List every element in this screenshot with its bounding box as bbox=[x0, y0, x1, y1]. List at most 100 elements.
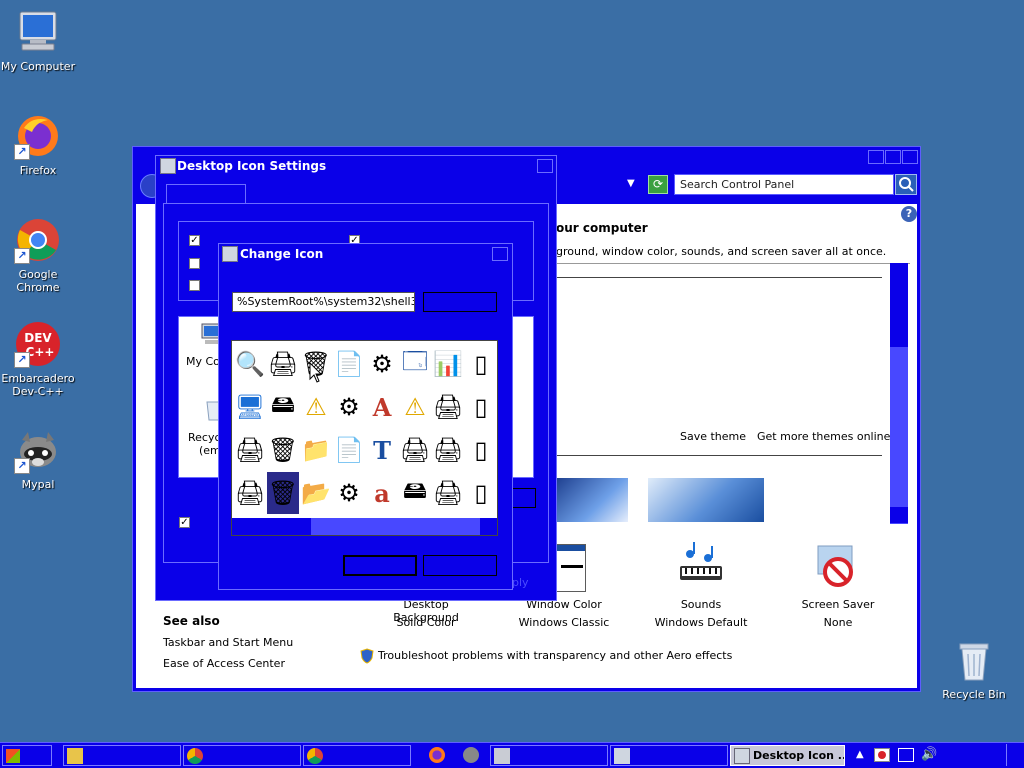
setting-value-sounds: Windows Default bbox=[654, 616, 748, 629]
partial-icon[interactable]: ▯ bbox=[465, 386, 497, 428]
setting-title-screen-saver[interactable]: Screen Saver bbox=[788, 598, 888, 611]
chart-window-icon[interactable]: 📊 bbox=[432, 343, 464, 385]
printer-check-icon[interactable]: 🖨 bbox=[432, 386, 464, 428]
maximize-button[interactable] bbox=[885, 150, 901, 164]
start-button[interactable] bbox=[2, 745, 52, 766]
taskbar-task-mypal[interactable] bbox=[457, 745, 487, 766]
firefox-icon bbox=[429, 747, 445, 763]
taskbar-task-firefox[interactable] bbox=[423, 745, 453, 766]
gear-document-icon[interactable]: ⚙ bbox=[333, 386, 365, 428]
desktop-icon-mypal[interactable]: ↗ Mypal bbox=[0, 426, 78, 491]
browse-button[interactable] bbox=[423, 292, 497, 312]
printer-default-icon[interactable]: 🖨 bbox=[432, 429, 464, 471]
desktop-icon-firefox[interactable]: ↗ Firefox bbox=[0, 112, 78, 177]
warning-icon[interactable]: ⚠ bbox=[399, 386, 431, 428]
partial-icon[interactable]: ▯ bbox=[465, 343, 497, 385]
checkbox-computer[interactable]: ✓ bbox=[189, 235, 200, 246]
tab-desktop-icons[interactable] bbox=[166, 184, 246, 204]
change-icon-close-button[interactable] bbox=[492, 247, 508, 261]
volume-icon[interactable]: 🔊 bbox=[921, 747, 937, 762]
theme-thumbnail[interactable] bbox=[648, 478, 764, 522]
recycle-bin-empty-icon[interactable]: 🗑 bbox=[267, 429, 299, 471]
save-theme-link[interactable]: Save theme bbox=[680, 430, 746, 443]
scroll-right-arrow-icon[interactable] bbox=[480, 518, 497, 535]
network-drive-icon[interactable]: 🖴 bbox=[267, 386, 299, 428]
window-icon[interactable]: 🗔 bbox=[399, 343, 431, 385]
control-panel-icon bbox=[614, 748, 630, 764]
control-panel-icon[interactable]: 🖥 bbox=[234, 386, 266, 428]
printer-icon[interactable]: 🖨 bbox=[267, 343, 299, 385]
shortcut-arrow-icon: ↗ bbox=[14, 458, 30, 474]
search-input[interactable]: Search Control Panel bbox=[674, 174, 894, 195]
printer-add-icon[interactable]: 🖨 bbox=[234, 472, 266, 514]
close-button[interactable] bbox=[902, 150, 918, 164]
change-icon-title-icon bbox=[222, 246, 238, 262]
desktop-icon-devcpp[interactable]: DEV C++ ↗ Embarcadero Dev-C++ bbox=[0, 320, 78, 398]
icon-grid[interactable]: 🔍 🖨 🗑 📄 ⚙ 🗔 📊 ▯ 🖥 🖴 ⚠ ⚙ A ⚠ 🖨 ▯ 🖨 🗑 📁 📄 T 🖨 🖨 ▯ 🖨 🗑 📂 ⚙ a 🖴 🖨 ▯ bbox=[231, 340, 498, 536]
taskbar-task-chrome-1[interactable] bbox=[183, 745, 301, 766]
chrome-icon bbox=[307, 748, 323, 764]
folder-icon bbox=[67, 748, 83, 764]
font-t-icon[interactable]: T bbox=[366, 429, 398, 471]
document-arrow-icon[interactable]: 📄 bbox=[333, 343, 365, 385]
cancel-button[interactable] bbox=[423, 555, 497, 576]
text-document-icon[interactable]: 📄 bbox=[333, 429, 365, 471]
font-a-icon[interactable]: A bbox=[366, 386, 398, 428]
scrollbar-thumb[interactable] bbox=[890, 279, 908, 347]
printer-fax-icon[interactable]: 🖨 bbox=[432, 472, 464, 514]
restore-default-button[interactable] bbox=[512, 488, 536, 508]
taskbar-task-control-panel[interactable] bbox=[610, 745, 728, 766]
see-also-link-ease-of-access[interactable]: Ease of Access Center bbox=[163, 657, 285, 670]
partial-icon[interactable]: ▯ bbox=[465, 429, 497, 471]
taskbar-task-chrome-2[interactable] bbox=[303, 745, 411, 766]
desktop-icon-my-computer[interactable]: My Computer bbox=[0, 8, 78, 73]
search-icon[interactable] bbox=[895, 174, 917, 195]
address-dropdown-icon[interactable]: ▼ bbox=[627, 178, 635, 189]
printer-network-icon[interactable]: 🖨 bbox=[399, 429, 431, 471]
refresh-icon[interactable]: ⟳ bbox=[648, 175, 668, 194]
icon-file-path-input[interactable]: %SystemRoot%\system32\shell32.dll bbox=[232, 292, 415, 312]
shortcut-arrow-icon: ↗ bbox=[14, 352, 30, 368]
checkbox-network[interactable] bbox=[189, 258, 200, 269]
screen-saver-icon[interactable] bbox=[814, 542, 862, 590]
search-computer-icon[interactable]: 🔍 bbox=[234, 343, 266, 385]
settings-document-icon[interactable]: ⚙ bbox=[366, 343, 398, 385]
show-desktop-button[interactable] bbox=[1006, 744, 1023, 766]
minimize-button[interactable] bbox=[868, 150, 884, 164]
see-also-link-taskbar[interactable]: Taskbar and Start Menu bbox=[163, 636, 293, 649]
desktop-icon-settings-close-button[interactable] bbox=[537, 159, 553, 173]
scroll-left-arrow-icon[interactable] bbox=[232, 518, 249, 535]
troubleshoot-link[interactable]: Troubleshoot problems with transparency … bbox=[378, 649, 732, 662]
recycle-bin-selected-icon[interactable]: 🗑 bbox=[267, 472, 299, 514]
theme-thumbnail[interactable] bbox=[556, 478, 628, 522]
network-icon[interactable] bbox=[898, 748, 914, 762]
scroll-down-arrow-icon[interactable] bbox=[890, 507, 908, 523]
help-icon[interactable]: ? bbox=[901, 206, 917, 222]
ok-button[interactable] bbox=[343, 555, 417, 576]
drive-icon[interactable]: 🖴 bbox=[399, 472, 431, 514]
chrome-icon: ↗ bbox=[14, 216, 62, 264]
warning-documents-icon[interactable]: ⚠ bbox=[300, 386, 332, 428]
icon-grid-scrollbar-thumb[interactable] bbox=[249, 518, 311, 535]
checkbox-control-panel[interactable] bbox=[189, 280, 200, 291]
taskbar-task-folder[interactable] bbox=[63, 745, 181, 766]
desktop-icon-recycle-bin[interactable]: Recycle Bin bbox=[934, 636, 1014, 701]
taskbar-task-desktop-icon-settings[interactable]: Desktop Icon ... bbox=[730, 745, 845, 766]
setting-title-sounds[interactable]: Sounds bbox=[651, 598, 751, 611]
action-center-icon[interactable] bbox=[874, 748, 890, 762]
get-more-themes-link[interactable]: Get more themes online bbox=[757, 430, 890, 443]
tray-expand-icon[interactable]: ▲ bbox=[856, 749, 864, 760]
apply-button[interactable]: ply bbox=[512, 576, 529, 589]
window-color-icon[interactable] bbox=[556, 544, 586, 592]
gear-search-icon[interactable]: ⚙ bbox=[333, 472, 365, 514]
font-a-italic-icon[interactable]: a bbox=[366, 472, 398, 514]
folder-warning-icon[interactable]: 📁 bbox=[300, 429, 332, 471]
sounds-icon[interactable] bbox=[676, 540, 726, 590]
printer-hand-icon[interactable]: 🖨 bbox=[234, 429, 266, 471]
checkbox-allow-themes[interactable]: ✓ bbox=[179, 517, 190, 528]
scroll-up-arrow-icon[interactable] bbox=[890, 263, 908, 279]
desktop-icon-google-chrome[interactable]: ↗ Google Chrome bbox=[0, 216, 78, 294]
folder-open-icon[interactable]: 📂 bbox=[300, 472, 332, 514]
partial-icon[interactable]: ▯ bbox=[465, 472, 497, 514]
taskbar-task-app[interactable] bbox=[490, 745, 608, 766]
